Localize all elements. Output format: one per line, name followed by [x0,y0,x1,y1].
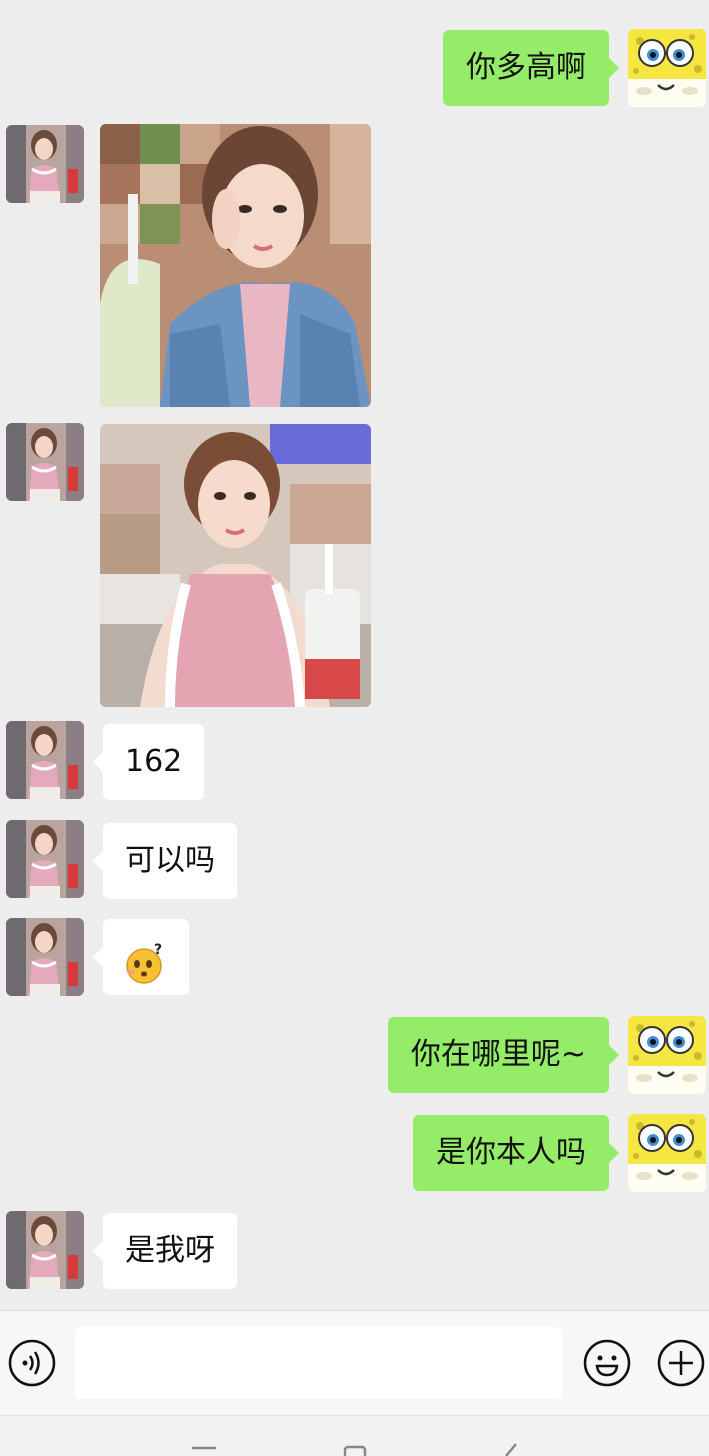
message-text: 162 [125,744,183,779]
system-nav-bar [0,1415,709,1456]
input-bar [0,1310,709,1416]
contact-avatar[interactable] [6,721,84,799]
message-text: 是我呀 [125,1233,215,1268]
voice-icon[interactable] [8,1339,56,1387]
confused-emoji-icon: ? [123,937,169,984]
outgoing-message-bubble[interactable]: 你多高啊 [443,30,619,106]
incoming-message-bubble[interactable]: 162 [92,724,205,800]
message-text: 你在哪里呢~ [410,1037,586,1072]
contact-avatar[interactable] [6,125,84,203]
photo-message-pink-top[interactable] [100,424,371,707]
photo-message-denim-jacket[interactable] [100,124,371,407]
emoji-icon[interactable] [583,1339,631,1387]
incoming-message-bubble[interactable]: 可以吗 [93,823,237,899]
menu-icon[interactable] [184,1438,224,1456]
contact-avatar[interactable] [6,918,84,996]
contact-avatar[interactable] [6,423,84,501]
chat-messages: 你多高啊 162 可以吗 ? 你在哪里呢~ 是你本人吗 是我呀 [0,0,709,1310]
my-avatar[interactable] [628,29,706,107]
svg-text:?: ? [154,942,162,958]
incoming-message-bubble[interactable]: 是我呀 [93,1213,237,1289]
message-text: 是你本人吗 [436,1135,586,1170]
message-text: 你多高啊 [466,50,586,85]
message-text: 可以吗 [125,843,215,878]
outgoing-message-bubble[interactable]: 你在哪里呢~ [387,1017,620,1093]
message-input[interactable] [75,1327,562,1399]
outgoing-message-bubble[interactable]: 是你本人吗 [413,1115,619,1191]
contact-avatar[interactable] [6,1211,84,1289]
my-avatar[interactable] [628,1114,706,1192]
my-avatar[interactable] [628,1016,706,1094]
home-icon[interactable] [335,1438,375,1456]
plus-icon[interactable] [657,1339,705,1387]
contact-avatar[interactable] [6,820,84,898]
incoming-emoji-bubble[interactable]: ? [93,919,189,995]
back-icon[interactable] [492,1438,532,1456]
